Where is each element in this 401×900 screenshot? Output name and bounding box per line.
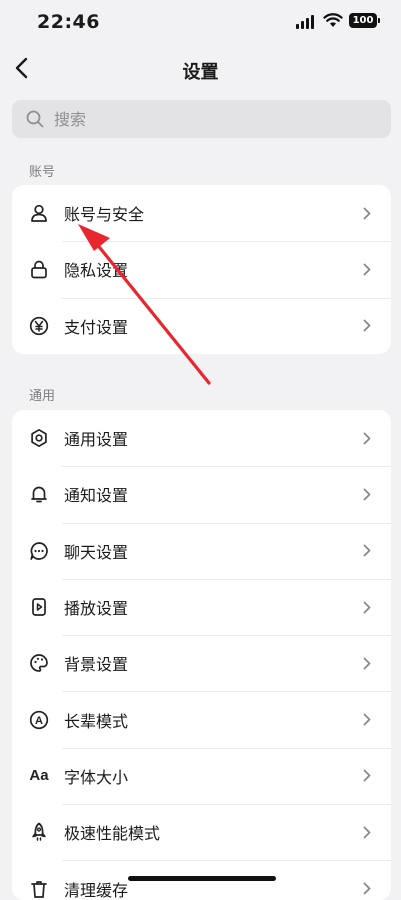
status-time: 22:46 bbox=[37, 11, 100, 33]
wifi-icon bbox=[323, 13, 343, 27]
yen-icon bbox=[29, 316, 49, 336]
settings-item-notification[interactable]: 通知设置 bbox=[12, 466, 391, 522]
person-icon bbox=[29, 203, 49, 223]
elder-mode-icon: A bbox=[29, 710, 49, 730]
chevron-right-icon bbox=[363, 262, 373, 276]
status-bar: 22:46 100 bbox=[0, 0, 401, 44]
chevron-right-icon bbox=[363, 319, 373, 333]
palette-icon bbox=[29, 653, 49, 673]
settings-item-label: 字体大小 bbox=[64, 767, 129, 787]
settings-item-label: 支付设置 bbox=[64, 317, 129, 337]
bell-icon bbox=[29, 484, 49, 504]
chevron-right-icon bbox=[363, 769, 373, 783]
section-label-account: 账号 bbox=[29, 165, 56, 180]
settings-item-label: 播放设置 bbox=[64, 599, 129, 619]
account-card: 账号与安全 隐私设置 支付设置 bbox=[12, 185, 391, 354]
chevron-right-icon bbox=[363, 544, 373, 558]
rocket-icon bbox=[29, 822, 49, 842]
cellular-signal-icon bbox=[296, 15, 314, 29]
settings-item-general[interactable]: 通用设置 bbox=[12, 410, 391, 466]
settings-item-label: 聊天设置 bbox=[64, 542, 129, 562]
page-title: 设置 bbox=[182, 62, 219, 83]
settings-item-privacy[interactable]: 隐私设置 bbox=[12, 241, 391, 297]
lock-icon bbox=[29, 259, 49, 279]
chevron-right-icon bbox=[363, 487, 373, 501]
gear-icon bbox=[29, 428, 49, 448]
settings-item-background[interactable]: 背景设置 bbox=[12, 635, 391, 691]
trash-icon bbox=[29, 879, 49, 899]
settings-item-label: 隐私设置 bbox=[64, 261, 129, 281]
search-icon bbox=[26, 110, 44, 128]
nav-bar: 设置 bbox=[0, 48, 401, 92]
chevron-right-icon bbox=[363, 600, 373, 614]
settings-item-playback[interactable]: 播放设置 bbox=[12, 578, 391, 635]
settings-item-label: 背景设置 bbox=[64, 655, 129, 675]
settings-item-label: 通知设置 bbox=[64, 486, 129, 506]
chevron-right-icon bbox=[363, 713, 373, 727]
settings-item-label: 长辈模式 bbox=[64, 711, 129, 731]
settings-item-performance-mode[interactable]: 极速性能模式 bbox=[12, 804, 391, 860]
font-size-icon: Aa bbox=[29, 767, 49, 785]
settings-item-account-security[interactable]: 账号与安全 bbox=[12, 185, 391, 241]
settings-item-label: 账号与安全 bbox=[64, 205, 145, 225]
settings-item-label: 极速性能模式 bbox=[64, 824, 161, 844]
chevron-right-icon bbox=[363, 206, 373, 220]
chevron-right-icon bbox=[363, 825, 373, 839]
battery-icon: 100 bbox=[349, 13, 380, 28]
chevron-right-icon bbox=[363, 656, 373, 670]
section-label-general: 通用 bbox=[29, 389, 56, 404]
settings-item-elder-mode[interactable]: A 长辈模式 bbox=[12, 691, 391, 747]
settings-item-font-size[interactable]: Aa 字体大小 bbox=[12, 747, 391, 804]
settings-item-label: 通用设置 bbox=[64, 430, 129, 450]
play-icon bbox=[29, 597, 49, 617]
search-bar[interactable] bbox=[12, 100, 391, 138]
elder-mode-icon-text: A bbox=[35, 715, 43, 727]
settings-item-chat[interactable]: 聊天设置 bbox=[12, 522, 391, 579]
home-indicator[interactable] bbox=[128, 876, 276, 881]
general-card: 通用设置 通知设置 聊天设置 播放设置 背景设置 A 长辈模式 Aa 字体大小 … bbox=[12, 410, 391, 900]
settings-item-payment[interactable]: 支付设置 bbox=[12, 297, 391, 354]
chevron-right-icon bbox=[363, 431, 373, 445]
search-input[interactable] bbox=[52, 108, 356, 130]
chat-icon bbox=[29, 541, 49, 561]
